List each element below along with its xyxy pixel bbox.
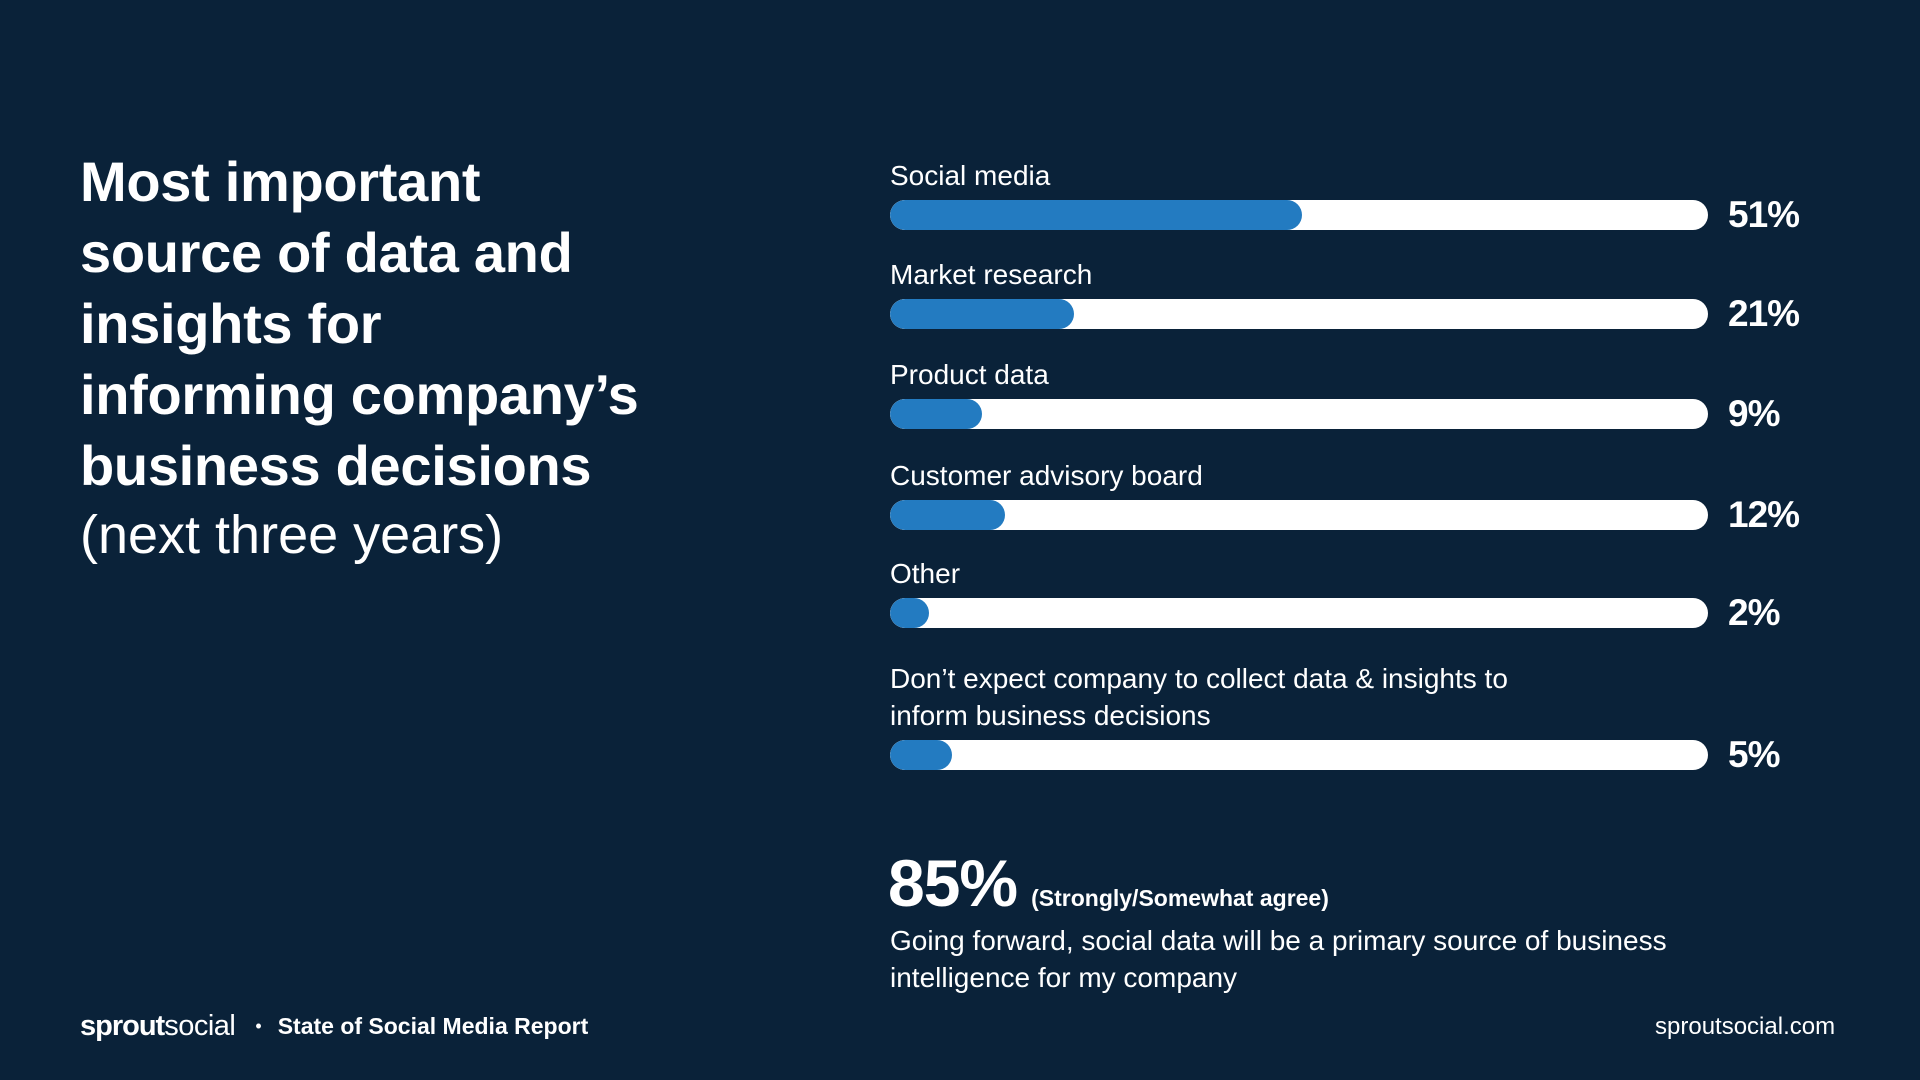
category-label-line: Market research [890,259,1093,290]
bar-track [890,598,1708,628]
category-label-line: Social media [890,160,1051,191]
category-label: Market research [890,256,1092,293]
bar-fill [890,740,952,770]
bar-track [890,299,1708,329]
category-label-line: inform business decisions [890,700,1211,731]
value-label: 9% [1728,393,1780,434]
bar-fill [890,500,1006,530]
value-label: 12% [1728,494,1800,535]
report-name: State of Social Media Report [277,1013,589,1039]
category-label: Social media [890,157,1050,194]
category-label-line: Customer advisory board [890,460,1203,491]
sproutsocial-logo: sproutsocial [80,1010,236,1043]
logo-social-text: social [164,1010,236,1042]
value-label: 21% [1728,293,1800,334]
category-label-line: Other [890,558,961,589]
bar-track [890,740,1708,770]
value-label: 2% [1728,592,1780,633]
bar-fill [890,399,983,429]
category-label-line: Product data [890,359,1049,390]
key-stat-value: 85% [888,846,1018,920]
key-stat-description: Going forward, social data will be a pri… [890,925,1667,993]
category-label: Don’t expect company to collect data & i… [890,660,1508,734]
category-label-line: Don’t expect company to collect data & i… [890,663,1508,694]
bar-fill [890,299,1074,329]
category-label: Other [890,555,960,592]
key-stat-note: (Strongly/Somewhat agree) [1031,885,1329,911]
bar-fill [890,598,930,628]
logo-sprout-text: sprout [80,1010,165,1042]
bar-track [890,200,1708,230]
bar-fill [890,200,1302,230]
footer-branding: sproutsocial • State of Social Media Rep… [80,1010,588,1043]
separator-dot: • [255,1016,262,1036]
value-label: 51% [1728,194,1800,235]
category-label: Customer advisory board [890,457,1203,494]
bar-track [890,500,1708,530]
bar-track [890,399,1708,429]
key-stat: 85% (Strongly/Somewhat agree) [888,845,1329,921]
category-label: Product data [890,356,1049,393]
value-label: 5% [1728,734,1780,775]
website-url: sproutsocial.com [1655,1013,1836,1040]
